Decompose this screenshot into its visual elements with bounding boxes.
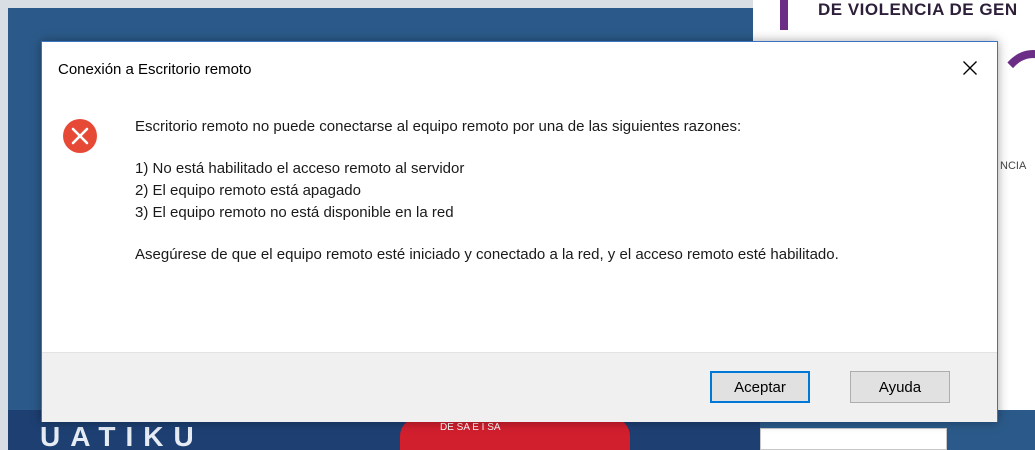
remote-desktop-error-dialog: Conexión a Escritorio remoto Escritorio … [41,41,998,422]
help-button[interactable]: Ayuda [850,371,950,403]
close-icon [963,61,977,75]
message-advice: Asegúrese de que el equipo remoto esté i… [135,246,839,263]
dialog-footer: Aceptar Ayuda [42,352,997,422]
background-poster-accent [780,0,788,30]
reason-item: 3) El equipo remoto no está disponible e… [135,204,454,221]
background-poster-box [760,428,947,450]
reason-item: 1) No está habilitado el acceso remoto a… [135,160,465,177]
desktop-background-strip-left [0,0,8,450]
background-bottom-text: UATIKU [40,424,204,450]
close-button[interactable] [947,48,993,88]
background-poster-text: NCIA [1000,160,1027,172]
message-intro: Escritorio remoto no puede conectarse al… [135,118,742,135]
desktop-background-strip-top [8,0,753,8]
error-icon [63,119,97,153]
background-poster-title: DE VIOLENCIA DE GEN [818,0,1018,19]
background-emblem: DE SA E I SA [400,418,630,450]
accept-button[interactable]: Aceptar [710,371,810,403]
dialog-title: Conexión a Escritorio remoto [58,61,252,78]
reasons-list: 1) No está habilitado el acceso remoto a… [135,158,985,224]
dialog-titlebar[interactable]: Conexión a Escritorio remoto [42,42,997,98]
reason-item: 2) El equipo remoto está apagado [135,182,361,199]
dialog-message: Escritorio remoto no puede conectarse al… [135,116,985,266]
